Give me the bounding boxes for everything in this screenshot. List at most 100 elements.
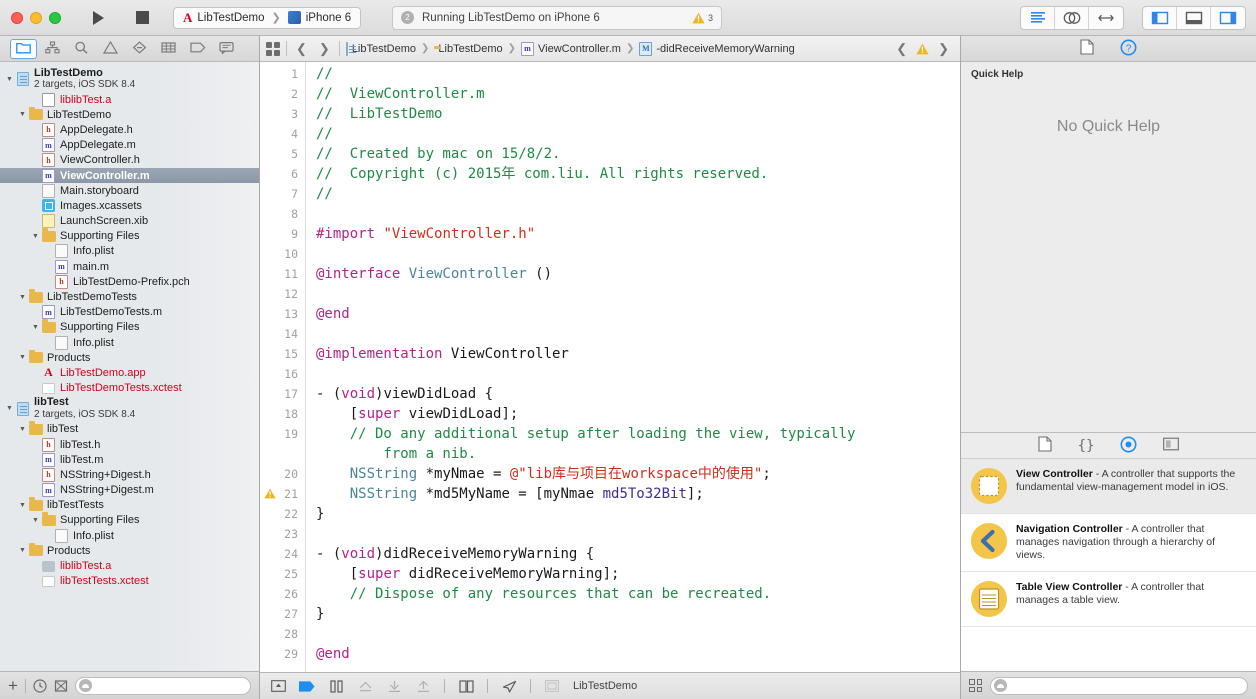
navigator-row[interactable]: liblibTest.a [0,558,259,573]
symbol-navigator[interactable] [39,39,66,59]
disclosure-triangle-icon[interactable]: ▼ [4,405,15,412]
forward-button[interactable]: ❯ [316,41,333,57]
show-hide-debug-icon[interactable] [270,678,286,694]
object-library-list[interactable]: View Controller - A controller that supp… [961,459,1256,671]
disclosure-triangle-icon[interactable]: ▼ [17,426,28,433]
breadcrumb-item[interactable]: LibTestDemo [434,43,502,55]
navigator-row[interactable]: Images.xcassets [0,198,259,213]
run-button[interactable] [83,7,113,29]
code-line[interactable]: @end [316,644,350,664]
warning-triangle-icon[interactable] [264,488,276,500]
code-line[interactable]: // [316,184,333,204]
debug-navigator[interactable] [155,39,182,59]
previous-issue-button[interactable]: ❮ [893,41,910,57]
issue-navigator[interactable] [97,39,124,59]
activity-status-bar[interactable]: 2 Running LibTestDemo on iPhone 6 3 [392,5,722,30]
filter-input[interactable] [74,676,251,695]
scheme-selector[interactable]: A LibTestDemo ❯ iPhone 6 [173,6,362,29]
code-text[interactable]: // // ViewController.m // LibTestDemo // // … [306,62,960,672]
code-line[interactable]: @implementation ViewController [316,344,569,364]
code-line[interactable]: } [316,604,324,624]
zoom-button[interactable] [49,11,61,24]
quick-help-inspector-tab[interactable]: ? [1120,39,1137,59]
breakpoint-navigator[interactable] [184,39,211,59]
navigator-row[interactable]: m ViewController.m [0,167,259,184]
line-number-gutter[interactable]: 1 2 3 4 5 6 7 8 9 10 11 12 13 14 15 16 17 18 19 20 21 22 23 24 2… [260,62,306,672]
library-item[interactable]: Table View Controller - A controller tha… [961,572,1256,627]
version-editor-button[interactable] [1089,7,1123,29]
breadcrumb-item[interactable]: m ViewController.m [521,41,621,56]
disclosure-triangle-icon[interactable]: ▼ [4,76,15,83]
navigator-row[interactable]: m LibTestDemoTests.m [0,305,259,320]
test-navigator[interactable] [126,39,153,59]
stop-button[interactable] [127,7,157,29]
code-line[interactable]: - (void)didReceiveMemoryWarning { [316,544,594,564]
warning-triangle-icon[interactable] [916,43,929,55]
navigator-row[interactable]: LaunchScreen.xib [0,214,259,229]
breadcrumb-item[interactable]: LibTestDemo [345,41,416,56]
source-editor[interactable]: 1 2 3 4 5 6 7 8 9 10 11 12 13 14 15 16 17 18 19 20 21 22 23 24 2… [260,62,960,672]
grid-view-icon[interactable] [969,679,982,692]
navigator-row[interactable]: m libTest.m [0,452,259,467]
report-navigator[interactable] [213,39,240,59]
assistant-editor-button[interactable] [1055,6,1089,29]
navigator-row[interactable]: ▼ LibTestDemo 2 targets, iOS SDK 8.4 [0,66,259,92]
standard-editor-button[interactable] [1021,6,1055,29]
disclosure-triangle-icon[interactable]: ▼ [17,547,28,554]
code-line[interactable]: // [316,124,333,144]
navigator-row[interactable]: h ViewController.h [0,153,259,168]
back-button[interactable]: ❮ [293,41,310,57]
disclosure-triangle-icon[interactable]: ▼ [30,324,41,331]
step-into-icon[interactable] [386,678,402,694]
code-snippet-library-tab[interactable]: {} [1078,438,1095,454]
navigator-row[interactable]: m NSString+Digest.m [0,483,259,498]
toggle-navigator-button[interactable] [1143,6,1177,29]
code-line[interactable]: // Copyright (c) 2015年 com.liu. All righ… [316,164,768,184]
file-template-library-tab[interactable] [1038,436,1052,455]
library-item[interactable]: Navigation Controller - A controller tha… [961,514,1256,572]
close-button[interactable] [11,11,23,24]
navigator-row[interactable]: ▼ Supporting Files [0,319,259,335]
navigator-row[interactable]: h LibTestDemo-Prefix.pch [0,274,259,289]
navigator-row[interactable]: ▼ Products [0,349,259,365]
minimize-button[interactable] [30,11,42,24]
media-library-tab[interactable] [1163,437,1180,454]
navigator-row[interactable]: ▼ LibTestDemo [0,106,259,122]
file-inspector-tab[interactable] [1080,39,1094,58]
navigator-row[interactable]: ▼ libTest [0,421,259,437]
library-item[interactable]: View Controller - A controller that supp… [961,459,1256,514]
code-line[interactable]: } [316,504,324,524]
clock-icon[interactable] [33,678,47,693]
project-navigator-tree[interactable]: ▼ LibTestDemo 2 targets, iOS SDK 8.4 liblib… [0,62,259,671]
code-line[interactable]: @end [316,304,350,324]
code-line[interactable]: // Do any additional setup after loading… [316,424,856,444]
toggle-debug-area-button[interactable] [1177,6,1211,29]
navigator-row[interactable]: h libTest.h [0,437,259,452]
navigator-row[interactable]: h NSString+Digest.h [0,467,259,482]
disclosure-triangle-icon[interactable]: ▼ [17,294,28,301]
next-issue-button[interactable]: ❯ [935,41,952,57]
code-line[interactable]: #import "ViewController.h" [316,224,535,244]
code-line[interactable]: NSString *myNmae = @"lib库与项目在workspace中的… [316,464,771,484]
view-hierarchy-icon[interactable] [458,678,474,694]
navigator-row[interactable]: Info.plist [0,528,259,543]
code-line[interactable]: // ViewController.m [316,84,485,104]
add-button[interactable]: + [8,677,18,694]
navigator-row[interactable]: ▼ libTest 2 targets, iOS SDK 8.4 [0,396,259,422]
warning-indicator[interactable]: 3 [692,12,713,24]
step-out-icon[interactable] [415,678,431,694]
code-line[interactable]: @interface ViewController () [316,264,552,284]
navigator-row[interactable]: A LibTestDemo.app [0,365,259,380]
project-navigator[interactable] [10,38,37,59]
disclosure-triangle-icon[interactable]: ▼ [30,233,41,240]
navigator-row[interactable]: LibTestDemoTests.xctest [0,381,259,396]
navigator-row[interactable]: Main.storyboard [0,183,259,198]
code-line[interactable]: // [316,64,333,84]
navigator-row[interactable]: ▼ LibTestDemoTests [0,289,259,304]
navigator-row[interactable]: Info.plist [0,244,259,259]
disclosure-triangle-icon[interactable]: ▼ [30,517,41,524]
navigator-row[interactable]: h AppDelegate.h [0,122,259,137]
disclosure-triangle-icon[interactable]: ▼ [17,354,28,361]
navigator-row[interactable]: ▼ libTestTests [0,497,259,513]
code-line[interactable]: // Dispose of any resources that can be … [316,584,771,604]
